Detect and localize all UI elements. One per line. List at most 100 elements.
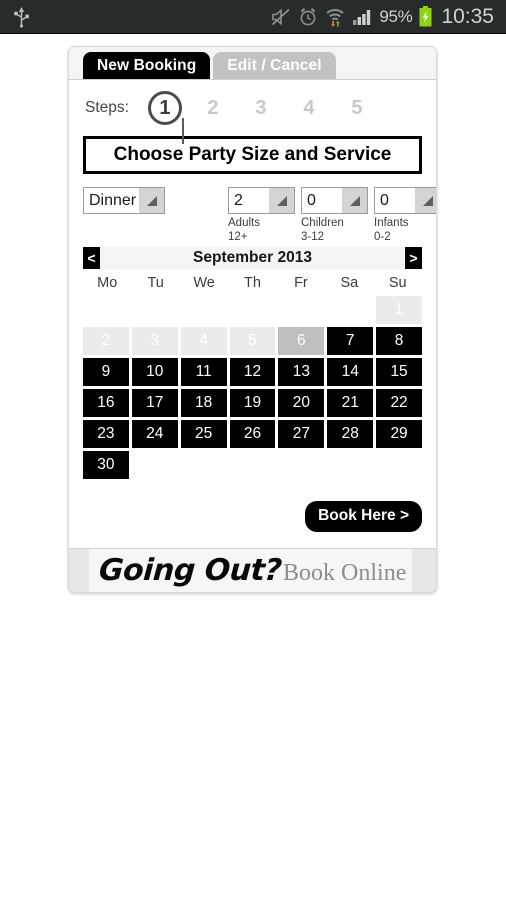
calendar-day-25[interactable]: 25: [180, 420, 227, 448]
alarm-icon: [298, 7, 318, 27]
chevron-down-icon: [422, 195, 433, 206]
adults-select-arrow: [269, 188, 294, 213]
app-area: New Booking Edit / Cancel Steps: 1 2 3 4…: [0, 34, 506, 900]
status-bar: 95% 10:35: [0, 0, 506, 34]
calendar-cell-empty: [278, 296, 324, 324]
calendar-cell-empty: [327, 296, 373, 324]
children-select[interactable]: 0: [301, 187, 368, 214]
calendar-weekday-headers: Mo Tu We Th Fr Sa Su: [83, 269, 422, 296]
battery-charging-icon: [419, 6, 432, 27]
calendar-day-12[interactable]: 12: [229, 358, 276, 386]
mute-icon: [271, 8, 291, 26]
adults-select[interactable]: 2: [228, 187, 295, 214]
calendar-cell-empty: [83, 296, 129, 324]
calendar-cell-empty: [181, 296, 227, 324]
calendar-day-8[interactable]: 8: [376, 327, 422, 355]
calendar-weekday-su: Su: [388, 274, 407, 291]
calendar-day-13[interactable]: 13: [278, 358, 325, 386]
battery-percent-label: 95%: [379, 6, 413, 26]
calendar-day-30[interactable]: 30: [83, 451, 129, 479]
calendar-day-7[interactable]: 7: [327, 327, 374, 355]
calendar-weekday-mo: Mo: [97, 274, 118, 291]
tab-bar: New Booking Edit / Cancel: [69, 47, 436, 80]
calendar-day-4: 4: [180, 327, 227, 355]
calendar-day-16[interactable]: 16: [83, 389, 129, 417]
page-title: Choose Party Size and Service: [83, 136, 422, 174]
status-bar-left: [0, 6, 31, 28]
calendar-day-18[interactable]: 18: [180, 389, 227, 417]
calendar-weekday-fr: Fr: [294, 274, 308, 291]
status-bar-right: 95% 10:35: [271, 5, 506, 29]
logo-sub-text: Book Online: [283, 560, 407, 586]
chevron-down-icon: [276, 195, 287, 206]
calendar-header: < September 2013 >: [83, 247, 422, 269]
calendar-day-28[interactable]: 28: [327, 420, 374, 448]
calendar-month-label: September 2013: [193, 249, 312, 266]
calendar-day-11[interactable]: 11: [180, 358, 227, 386]
steps-row: Steps: 1 2 3 4 5: [69, 80, 436, 144]
service-select-arrow: [139, 188, 164, 213]
logo-script-text: Going Out?: [97, 553, 283, 588]
calendar-day-3: 3: [131, 327, 178, 355]
calendar-cell-empty: [230, 296, 276, 324]
step-3[interactable]: 3: [237, 97, 285, 120]
calendar-day-2: 2: [83, 327, 129, 355]
calendar-day-6: 6: [278, 327, 325, 355]
adults-select-value: 2: [234, 191, 243, 209]
booking-card: New Booking Edit / Cancel Steps: 1 2 3 4…: [68, 46, 437, 593]
adults-caption-line2: 12+: [228, 231, 248, 243]
children-select-value: 0: [307, 191, 316, 209]
infants-select-arrow: [415, 188, 436, 213]
tab-new-booking[interactable]: New Booking: [83, 52, 211, 79]
calendar-day-23[interactable]: 23: [83, 420, 129, 448]
calendar-weekday-we: We: [193, 274, 215, 291]
calendar-day-24[interactable]: 24: [131, 420, 178, 448]
calendar-prev-month-button[interactable]: <: [83, 247, 100, 269]
calendar-next-month-button[interactable]: >: [405, 247, 422, 269]
step-4[interactable]: 4: [285, 97, 333, 120]
infants-caption-line1: Infants: [374, 217, 409, 229]
step-connector-line: [182, 118, 184, 144]
step-2[interactable]: 2: [189, 97, 237, 120]
calendar-day-19[interactable]: 19: [229, 389, 276, 417]
infants-select[interactable]: 0: [374, 187, 436, 214]
tab-edit-cancel[interactable]: Edit / Cancel: [213, 52, 336, 79]
signal-icon: [352, 8, 372, 26]
adults-caption-line1: Adults: [228, 217, 260, 229]
wifi-icon: [325, 7, 345, 27]
calendar-day-9[interactable]: 9: [83, 358, 129, 386]
calendar-day-29[interactable]: 29: [376, 420, 422, 448]
chevron-down-icon: [349, 195, 360, 206]
calendar-day-15[interactable]: 15: [376, 358, 422, 386]
children-caption-line2: 3-12: [301, 231, 325, 243]
step-1-label: 1: [159, 96, 171, 119]
calendar-weekday-th: Th: [244, 274, 261, 291]
calendar-day-20[interactable]: 20: [278, 389, 325, 417]
calendar-day-1: 1: [376, 296, 422, 324]
calendar-day-21[interactable]: 21: [327, 389, 374, 417]
chevron-down-icon: [146, 195, 157, 206]
service-select[interactable]: Dinner: [83, 187, 165, 214]
book-here-button[interactable]: Book Here >: [305, 501, 422, 532]
calendar-day-14[interactable]: 14: [327, 358, 374, 386]
steps-label: Steps:: [85, 99, 129, 116]
calendar-day-26[interactable]: 26: [229, 420, 276, 448]
calendar-day-5: 5: [229, 327, 276, 355]
step-5[interactable]: 5: [333, 97, 381, 120]
calendar-day-10[interactable]: 10: [131, 358, 178, 386]
usb-icon: [12, 6, 31, 28]
calendar-day-17[interactable]: 17: [131, 389, 178, 417]
infants-select-value: 0: [380, 191, 389, 209]
step-1[interactable]: 1: [141, 91, 189, 125]
footer-logo: Going Out? Book Online: [97, 553, 407, 588]
calendar-cell-empty: [132, 296, 178, 324]
book-row: Book Here >: [83, 501, 422, 532]
calendar-weekday-sa: Sa: [340, 274, 359, 291]
calendar: < September 2013 > Mo Tu We Th Fr Sa Su 123456…: [83, 247, 422, 479]
calendar-day-22[interactable]: 22: [376, 389, 422, 417]
children-select-arrow: [342, 188, 367, 213]
party-size-controls: Dinner 2 Adults 12+ 0 Children 3-12 0 In…: [83, 187, 436, 247]
service-select-value: Dinner: [89, 191, 137, 209]
calendar-day-27[interactable]: 27: [278, 420, 325, 448]
card-footer: Going Out? Book Online: [69, 548, 436, 592]
